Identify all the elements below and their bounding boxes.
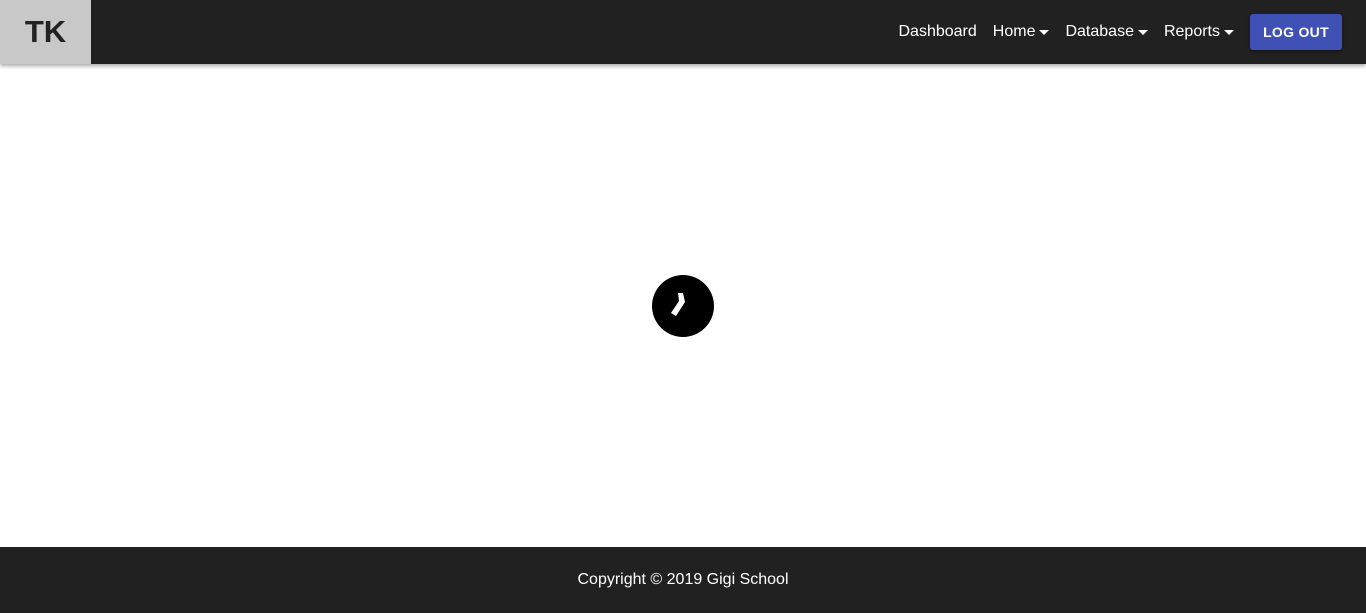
nav-database-dropdown[interactable]: Database	[1065, 23, 1148, 41]
clock-spinner-graphic	[652, 275, 714, 337]
nav-database-label: Database	[1065, 23, 1134, 40]
nav-reports-dropdown[interactable]: Reports	[1164, 23, 1234, 41]
nav-reports-label: Reports	[1163, 23, 1220, 40]
nav-dashboard-link[interactable]: Dashboard	[899, 23, 977, 41]
caret-down-icon	[1039, 30, 1050, 35]
brand-logo[interactable]: TK	[0, 0, 91, 64]
top-navbar: TK Dashboard Home Database Reports LOG O…	[0, 0, 1366, 64]
nav-menu: Dashboard Home Database Reports LOG OUT	[883, 0, 1342, 64]
nav-home-dropdown[interactable]: Home	[993, 23, 1050, 41]
caret-down-icon	[1224, 30, 1234, 35]
logout-button[interactable]: LOG OUT	[1250, 14, 1342, 50]
nav-home-label: Home	[992, 23, 1036, 40]
nav-dashboard-label: Dashboard	[898, 23, 977, 40]
page-footer: Copyright © 2019 Gigi School	[0, 547, 1366, 613]
caret-down-icon	[1137, 30, 1148, 35]
main-content	[0, 64, 1366, 547]
clock-spinner-icon	[652, 275, 714, 337]
copyright-text: Copyright © 2019 Gigi School	[577, 571, 789, 588]
